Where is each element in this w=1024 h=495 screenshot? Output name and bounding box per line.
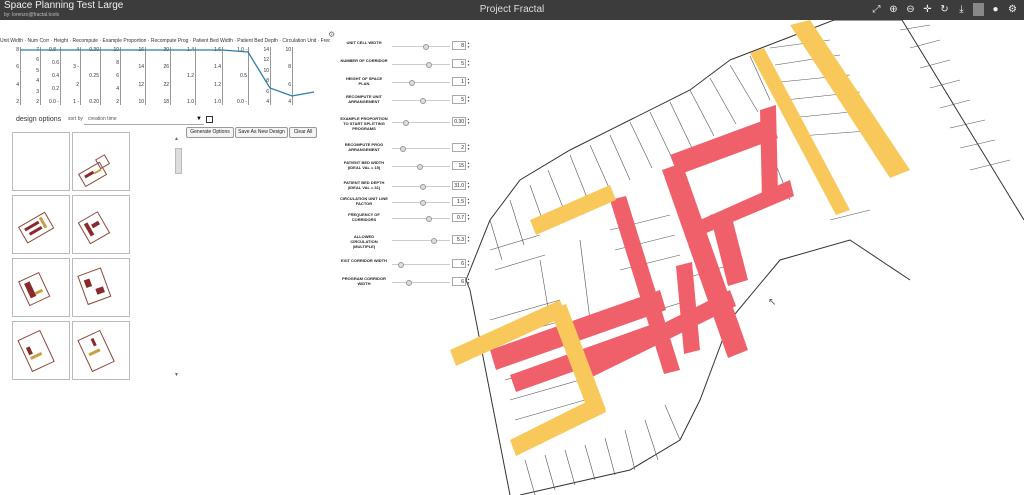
parameter-label: HEIGHT OF SPACE PLAN — [345, 76, 383, 86]
design-thumbnail[interactable] — [12, 258, 70, 317]
clear-all-button[interactable]: Clear All — [289, 127, 317, 138]
save-as-new-design-button[interactable]: Save As New Design — [235, 127, 288, 138]
zoom-out-icon[interactable]: ⊖ — [905, 3, 916, 16]
sort-label: sort by — [68, 116, 84, 122]
parameter-label: NUMBER OF CORRIDOR — [340, 58, 388, 63]
design-thumbnail[interactable] — [12, 195, 70, 254]
sort-direction-toggle[interactable] — [206, 116, 213, 123]
generate-options-button[interactable]: Generate Options — [186, 127, 234, 138]
slider-knob[interactable] — [400, 146, 407, 152]
mouse-cursor-icon: ↖ — [768, 297, 777, 308]
slider-knob[interactable] — [403, 120, 410, 126]
sort-value: creation time — [88, 116, 117, 122]
parameter-label: EXAMPLE PROPORTION TO START SPLITTING PR… — [340, 116, 388, 131]
design-options-label: design options — [16, 116, 62, 123]
sort-dropdown[interactable]: creation time ▼ — [84, 114, 204, 125]
parameter-label: PATIENT BED DEPTH (IDEAL VAL = 31) — [343, 180, 385, 190]
slider-knob[interactable] — [422, 44, 429, 50]
slider-knob[interactable] — [417, 164, 424, 170]
slider-knob[interactable] — [408, 80, 415, 86]
floor-plan-canvas[interactable] — [430, 20, 1024, 495]
zoom-in-icon[interactable]: ⊕ — [888, 3, 899, 16]
slider-knob[interactable] — [406, 280, 412, 286]
parallel-coordinates-plot[interactable]: Unit Width · Num Corr · Height · Recompu… — [0, 38, 330, 108]
design-thumbnail[interactable] — [12, 321, 70, 380]
scroll-thumb[interactable] — [175, 148, 182, 174]
parameter-label: ALLOWED CIRCULATION (MULTIPLE) — [350, 234, 378, 249]
parameter-label: EXIT CORRIDOR WIDTH — [341, 258, 387, 263]
title-bar: Space Planning Test Large by: lorenzo@fr… — [0, 0, 1024, 20]
parameter-label: PROGRAM CORRIDOR WIDTH — [342, 276, 386, 286]
comment-icon[interactable]: ● — [990, 3, 1001, 16]
slider-knob[interactable] — [397, 262, 404, 268]
design-thumbnail[interactable] — [72, 195, 130, 254]
toolbar-divider — [973, 3, 984, 16]
slider-knob[interactable] — [420, 184, 426, 190]
design-thumbnail[interactable] — [72, 321, 130, 380]
design-thumbnail[interactable] — [72, 258, 130, 317]
parameter-label: RECOMPUTE PROG ARRANGEMENT — [344, 142, 384, 152]
parameter-label: PATIENT BED WIDTH (IDEAL VAL = 15) — [343, 160, 385, 170]
settings-icon[interactable]: ⚙ — [1007, 3, 1018, 16]
toolbar: ⤢ ⊕ ⊖ ✛ ↻ ⤓ ● ⚙ — [871, 3, 1018, 16]
slider-knob[interactable] — [420, 98, 426, 104]
design-thumbnail[interactable] — [72, 132, 130, 191]
download-icon[interactable]: ⤓ — [956, 3, 967, 16]
design-thumbnail[interactable] — [12, 132, 70, 191]
refresh-icon[interactable]: ↻ — [939, 3, 950, 16]
scroll-up-icon[interactable]: ▲ — [174, 136, 179, 142]
thumbnail-scrollbar[interactable]: ▲ ▼ — [174, 136, 182, 378]
parameter-label: RECOMPUTE UNIT ARRANGEMENT — [346, 94, 382, 104]
chevron-down-icon: ▼ — [196, 116, 202, 122]
plan-boundary-west — [465, 279, 511, 495]
zoom-extents-icon[interactable]: ⤢ — [871, 3, 882, 16]
scroll-down-icon[interactable]: ▼ — [174, 372, 179, 378]
parameter-label: FREQUENCY OF CORRIDORS — [348, 212, 380, 222]
red-corridors — [490, 105, 794, 392]
parameter-label: UNIT CELL WIDTH — [346, 40, 382, 45]
selected-design-line — [20, 49, 315, 97]
plot-settings-icon[interactable]: ⚙ — [328, 30, 335, 39]
slider-knob[interactable] — [420, 200, 426, 206]
parameter-label: CIRCULATION UNIT LINE FACTOR — [340, 196, 388, 206]
pan-icon[interactable]: ✛ — [922, 3, 933, 16]
